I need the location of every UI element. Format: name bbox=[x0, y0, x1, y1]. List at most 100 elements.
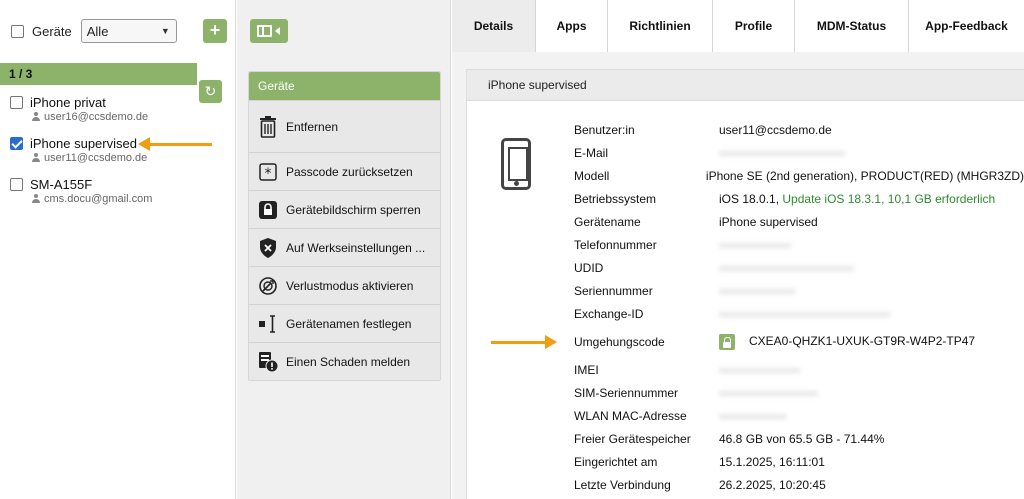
prop-key: UDID bbox=[574, 261, 604, 275]
prop-exchange-id: Exchange-ID xxxxxxxxxxxxxxxxxxxxxxxxxxxxx… bbox=[574, 304, 1024, 324]
prop-os: Betriebssystem iOS 18.0.1, Update iOS 18.… bbox=[574, 189, 1024, 209]
tab-apps[interactable]: Apps bbox=[536, 0, 608, 52]
action-factory-reset[interactable]: Auf Werkseinstellungen ... bbox=[249, 228, 440, 266]
prop-last-connection: Letzte Verbindung 26.2.2025, 10:20:45 bbox=[574, 475, 1024, 495]
prop-key: Betriebssystem bbox=[574, 192, 657, 206]
prop-key: Umgehungscode bbox=[574, 335, 665, 349]
refresh-icon: ↻ bbox=[204, 83, 217, 99]
os-version: iOS 18.0.1, bbox=[719, 192, 783, 206]
device-name: SM-A155F bbox=[30, 177, 93, 192]
action-lock-screen[interactable]: Gerätebildschirm sperren bbox=[249, 190, 440, 228]
action-report-damage[interactable]: Einen Schaden melden bbox=[249, 342, 440, 380]
device-user: cms.docu@gmail.com bbox=[44, 193, 153, 205]
prop-value-redacted: xxxxxxxxxxxxxxxxxxxxxxxxxxxxxx bbox=[719, 263, 854, 273]
prop-key: Gerätename bbox=[574, 215, 641, 229]
filter-select[interactable]: Alle ▼ bbox=[80, 19, 177, 43]
device-count-bar: 1 / 3 bbox=[0, 63, 197, 85]
add-device-button[interactable]: + bbox=[203, 19, 227, 43]
prop-key: Modell bbox=[574, 169, 610, 183]
device-user: user16@ccsdemo.de bbox=[44, 111, 149, 123]
action-reset-passcode[interactable]: * Passcode zurücksetzen bbox=[249, 152, 440, 190]
prop-value: user11@ccsdemo.de bbox=[719, 123, 832, 137]
prop-value-redacted: xxxxxxxxxxxxxxxx bbox=[719, 240, 791, 250]
damage-report-icon bbox=[257, 351, 279, 373]
device-detail-panel: Details Apps Richtlinien Profile MDM-Sta… bbox=[452, 0, 1024, 499]
user-icon bbox=[32, 194, 40, 203]
tab-profiles[interactable]: Profile bbox=[713, 0, 795, 52]
tab-bar: Details Apps Richtlinien Profile MDM-Sta… bbox=[452, 0, 1024, 52]
action-label: Entfernen bbox=[286, 119, 339, 134]
prop-bypass-code: Umgehungscode CXEA0-QHZK1-UXUK-GT9R-W4P2-… bbox=[574, 332, 1024, 352]
shield-x-icon bbox=[257, 237, 279, 259]
action-lost-mode[interactable]: Verlustmodus aktivieren bbox=[249, 266, 440, 304]
device-user-row: cms.docu@gmail.com bbox=[32, 193, 152, 205]
trash-icon bbox=[257, 115, 279, 138]
actions-header: Geräte bbox=[249, 72, 440, 100]
action-label: Auf Werkseinstellungen ... bbox=[286, 240, 426, 255]
device-list-item[interactable]: iPhone privat user16@ccsdemo.de bbox=[10, 95, 148, 123]
prop-user: Benutzer:in user11@ccsdemo.de bbox=[574, 120, 1024, 140]
prop-value: iPhone supervised bbox=[719, 215, 818, 229]
refresh-button[interactable]: ↻ bbox=[199, 80, 222, 103]
prop-value: 26.2.2025, 10:20:45 bbox=[719, 478, 826, 492]
device-checkbox-checked[interactable] bbox=[10, 137, 23, 150]
device-list-item[interactable]: SM-A155F cms.docu@gmail.com bbox=[10, 177, 152, 205]
prop-key: E-Mail bbox=[574, 146, 609, 160]
prop-value: iPhone SE (2nd generation), PRODUCT(RED)… bbox=[705, 169, 1024, 183]
prop-key: WLAN MAC-Adresse bbox=[574, 409, 687, 423]
detail-title: iPhone supervised bbox=[467, 70, 1024, 101]
asterisk-icon: * bbox=[257, 161, 279, 183]
filter-row: Geräte Alle ▼ bbox=[11, 19, 177, 43]
prop-wlan-mac: WLAN MAC-Adresse xxxxxxxxxxxxxxx bbox=[574, 406, 1024, 426]
lost-mode-icon bbox=[257, 275, 279, 297]
lock-icon bbox=[257, 199, 279, 221]
prop-key: IMEI bbox=[574, 363, 599, 377]
bypass-code: CXEA0-QHZK1-UXUK-GT9R-W4P2-TP47 bbox=[749, 334, 976, 349]
action-label: Verlustmodus aktivieren bbox=[286, 278, 414, 293]
os-update-notice: Update iOS 18.3.1, 10,1 GB erforderlich bbox=[782, 192, 996, 206]
device-user: user11@ccsdemo.de bbox=[44, 152, 148, 164]
device-list-panel: Geräte Alle ▼ + 1 / 3 ↻ iPhone privat us… bbox=[0, 0, 236, 499]
tab-details[interactable]: Details bbox=[452, 0, 536, 52]
prop-value-bypass: CXEA0-QHZK1-UXUK-GT9R-W4P2-TP47 bbox=[719, 334, 975, 350]
prop-key: Telefonnummer bbox=[574, 238, 657, 252]
prop-free-storage: Freier Gerätespeicher 46.8 GB von 65.5 GB… bbox=[574, 429, 1024, 449]
smartphone-icon bbox=[501, 138, 531, 190]
prop-key: Eingerichtet am bbox=[574, 455, 658, 469]
tab-mdm-status[interactable]: MDM-Status bbox=[795, 0, 909, 52]
device-checkbox[interactable] bbox=[10, 178, 23, 191]
collapse-panel-button[interactable] bbox=[250, 19, 288, 43]
rename-icon bbox=[257, 313, 279, 335]
tab-app-feedback[interactable]: App-Feedback bbox=[909, 0, 1024, 52]
prop-key: Exchange-ID bbox=[574, 307, 644, 321]
chevron-down-icon: ▼ bbox=[160, 26, 170, 36]
device-list-item-selected[interactable]: iPhone supervised user11@ccsdemo.de bbox=[10, 136, 147, 164]
action-set-device-name[interactable]: Gerätenamen festlegen bbox=[249, 304, 440, 342]
prop-email: E-Mail xxxxxxxxxxxxxxxxxxxxxxxxxxxx bbox=[574, 143, 1024, 163]
svg-text:*: * bbox=[265, 166, 272, 181]
detail-card: iPhone supervised Benutzer:in user11@ccsd… bbox=[466, 69, 1024, 499]
user-icon bbox=[32, 153, 40, 162]
prop-imei: IMEI xxxxxxxxxxxxxxxxxx bbox=[574, 360, 1024, 380]
prop-key: Letzte Verbindung bbox=[574, 478, 671, 492]
action-label: Gerätebildschirm sperren bbox=[286, 202, 421, 217]
annotation-arrow-icon bbox=[138, 137, 212, 151]
prop-value: 15.1.2025, 16:11:01 bbox=[719, 455, 825, 469]
action-remove[interactable]: Entfernen bbox=[249, 100, 440, 152]
prop-value-redacted: xxxxxxxxxxxxxxxxxxxxxxxxxxxx bbox=[719, 148, 845, 158]
device-checkbox[interactable] bbox=[10, 96, 23, 109]
prop-value-redacted: xxxxxxxxxxxxxxxxx bbox=[719, 286, 796, 296]
select-all-checkbox[interactable] bbox=[11, 24, 24, 38]
prop-key: Seriennummer bbox=[574, 284, 653, 298]
device-name: iPhone supervised bbox=[30, 136, 137, 151]
tab-policies[interactable]: Richtlinien bbox=[608, 0, 713, 52]
action-label: Gerätenamen festlegen bbox=[286, 316, 412, 331]
prop-model: Modell iPhone SE (2nd generation), PRODUC… bbox=[574, 166, 1024, 186]
prop-value-redacted: xxxxxxxxxxxxxxxxxxxxxx bbox=[719, 388, 818, 398]
annotation-arrow-icon bbox=[491, 335, 557, 349]
prop-device-name: Gerätename iPhone supervised bbox=[574, 212, 1024, 232]
action-label: Passcode zurücksetzen bbox=[286, 164, 413, 179]
plus-icon: + bbox=[209, 20, 221, 40]
prop-sim-serial: SIM-Seriennummer xxxxxxxxxxxxxxxxxxxxxx bbox=[574, 383, 1024, 403]
unlock-icon[interactable] bbox=[719, 334, 735, 350]
